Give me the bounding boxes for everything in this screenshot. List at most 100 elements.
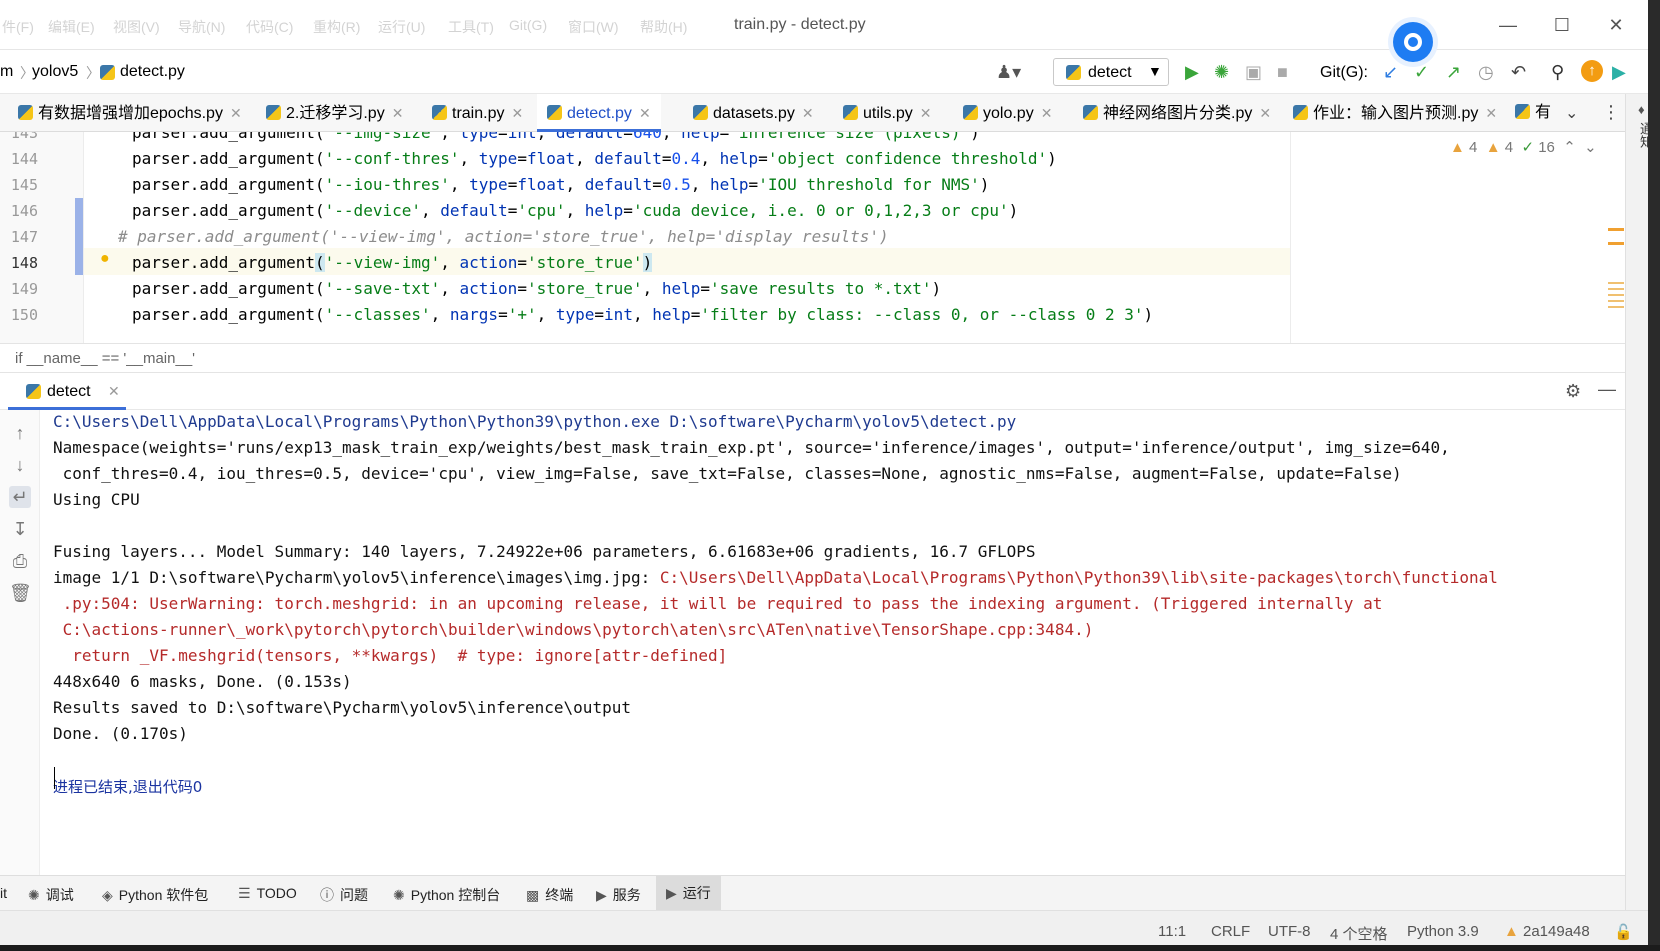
close-tab-icon[interactable]: ✕ [920, 105, 932, 121]
tool-tab-terminal[interactable]: ▩ 终端 [526, 885, 573, 905]
close-tab-icon[interactable]: ✕ [230, 105, 242, 121]
git-update-icon[interactable]: ↙ [1383, 62, 1398, 82]
code-editor[interactable]: 143 144 145 146 147 148 149 150 ● parser… [0, 132, 1625, 343]
tool-tab-python-console[interactable]: ✺ Python 控制台 [393, 885, 500, 905]
git-branch[interactable]: 2a149a48 [1523, 923, 1590, 940]
close-tab-icon[interactable]: ✕ [802, 105, 814, 121]
scroll-marker[interactable] [1608, 228, 1624, 231]
menu-navigate[interactable]: 导航(N) [178, 17, 225, 37]
coverage-icon[interactable]: ▣ [1245, 62, 1262, 82]
menu-tools[interactable]: 工具(T) [448, 17, 494, 37]
next-highlight-icon[interactable]: ⌄ [1584, 139, 1597, 156]
run-console-output[interactable]: C:\Users\Dell\AppData\Local\Programs\Pyt… [40, 410, 1625, 875]
close-tab-icon[interactable]: ✕ [1485, 105, 1497, 121]
bug-icon: ✺ [28, 887, 40, 903]
history-icon[interactable]: ◷ [1478, 62, 1494, 82]
close-tab-icon[interactable]: ✕ [392, 105, 404, 121]
tab-file-utils[interactable]: utils.py ✕ [843, 94, 932, 132]
tab-list-chevron-icon[interactable]: ⌄ [1565, 103, 1578, 123]
lock-icon[interactable]: 🔓 [1614, 923, 1633, 941]
hide-icon[interactable]: — [1598, 379, 1616, 400]
menu-refactor[interactable]: 重构(R) [313, 17, 360, 37]
vcs-change-marker[interactable] [75, 198, 83, 275]
lightbulb-icon[interactable]: ● [100, 250, 110, 268]
tab-file-detect[interactable]: detect.py ✕ [537, 94, 661, 132]
tool-tab-label: 服务 [612, 887, 641, 903]
breadcrumb-project[interactable]: m [0, 63, 13, 81]
console-line: Results saved to D:\software\Pycharm\yol… [53, 698, 631, 717]
menu-git[interactable]: Git(G) [509, 17, 547, 33]
run-tab-detect[interactable]: detect ✕ [8, 373, 126, 410]
update-icon[interactable]: ↑ [1581, 60, 1603, 82]
debug-icon[interactable]: ✺ [1214, 62, 1229, 82]
file-encoding[interactable]: UTF-8 [1268, 923, 1311, 940]
gear-icon[interactable]: ⚙ [1565, 381, 1581, 402]
menu-help[interactable]: 帮助(H) [640, 17, 687, 37]
python-interpreter[interactable]: Python 3.9 [1407, 923, 1479, 940]
maximize-button[interactable]: ☐ [1542, 10, 1582, 40]
console-error-line: C:\actions-runner\_work\pytorch\pytorch\… [53, 620, 1094, 639]
menu-edit[interactable]: 编辑(E) [48, 17, 95, 37]
breadcrumb-scope[interactable]: if __name__ == '__main__' [15, 350, 195, 367]
scroll-marker[interactable] [1608, 282, 1624, 310]
inspection-widget[interactable]: ▲ 4 ▲ 4 ✓ 16 ⌃ ⌄ [1450, 138, 1597, 156]
indent-setting[interactable]: 4 个空格 [1330, 923, 1388, 944]
tool-tab-services[interactable]: ▶ 服务 [596, 885, 641, 905]
tool-tab-run[interactable]: ▶ 运行 [656, 876, 721, 911]
close-button[interactable]: ✕ [1596, 10, 1636, 40]
soft-wrap-icon[interactable]: ↵ [9, 486, 31, 508]
tab-label: 2.迁移学习.py [286, 105, 385, 122]
search-icon[interactable]: ⚲ [1551, 62, 1564, 82]
menu-window[interactable]: 窗口(W) [568, 17, 619, 37]
menu-file[interactable]: 件(F) [2, 17, 34, 37]
tab-file-transfer[interactable]: 2.迁移学习.py ✕ [266, 94, 403, 132]
tab-label: yolo.py [983, 105, 1034, 122]
tab-file-nn-classify[interactable]: 神经网络图片分类.py ✕ [1083, 94, 1271, 132]
close-tab-icon[interactable]: ✕ [1041, 105, 1053, 121]
breadcrumb-file[interactable]: detect.py [100, 63, 185, 81]
close-tab-icon[interactable]: ✕ [639, 105, 651, 121]
stop-icon[interactable]: ■ [1277, 62, 1288, 82]
tab-file-augment[interactable]: 有数据增强增加epochs.py ✕ [18, 94, 242, 132]
previous-highlight-icon[interactable]: ⌃ [1563, 139, 1576, 156]
menu-code[interactable]: 代码(C) [246, 17, 293, 37]
tab-file-datasets[interactable]: datasets.py ✕ [693, 94, 814, 132]
tab-file-homework[interactable]: 作业：输入图片预测.py ✕ [1293, 94, 1497, 132]
tab-file-train[interactable]: train.py ✕ [432, 94, 523, 132]
more-options-icon[interactable]: ⋮ [1602, 102, 1620, 123]
arrow-up-icon[interactable]: ↑ [9, 422, 31, 444]
close-tab-icon[interactable]: ✕ [108, 383, 120, 400]
assistant-badge-icon[interactable] [1393, 22, 1433, 62]
tool-tab-git[interactable]: it [0, 885, 7, 901]
caret-position[interactable]: 11:1 [1158, 923, 1186, 940]
git-push-icon[interactable]: ↗ [1446, 62, 1461, 82]
tool-tab-debug[interactable]: ✺ 调试 [28, 885, 74, 905]
run-icon: ▶ [666, 885, 677, 901]
menu-view[interactable]: 视图(V) [113, 17, 160, 37]
tab-file-yolo[interactable]: yolo.py ✕ [963, 94, 1052, 132]
trash-icon[interactable]: 🗑 [9, 582, 32, 604]
run-icon[interactable]: ▶ [1185, 62, 1199, 82]
tab-file-more[interactable]: 有 [1515, 94, 1551, 132]
python-file-icon [266, 105, 281, 120]
breadcrumb-folder[interactable]: yolov5 [32, 63, 78, 81]
line-separator[interactable]: CRLF [1211, 923, 1250, 940]
scroll-to-end-icon[interactable]: ↧ [9, 518, 31, 540]
close-tab-icon[interactable]: ✕ [511, 105, 523, 121]
close-tab-icon[interactable]: ✕ [1259, 105, 1271, 121]
tool-tab-python-packages[interactable]: ◈ Python 软件包 [102, 885, 208, 905]
arrow-down-icon[interactable]: ↓ [9, 454, 31, 476]
breadcrumb-file-label: detect.py [120, 63, 185, 80]
plugin-icon[interactable]: ▶ [1612, 62, 1626, 82]
tool-tab-todo[interactable]: ☰ TODO [238, 885, 297, 902]
minimize-button[interactable]: — [1488, 10, 1528, 40]
menu-run[interactable]: 运行(U) [378, 17, 425, 37]
scroll-marker[interactable] [1608, 242, 1624, 245]
git-commit-icon[interactable]: ✓ [1414, 62, 1429, 82]
rollback-icon[interactable]: ↶ [1511, 62, 1526, 82]
run-config-selector[interactable]: detect ▼ [1053, 58, 1169, 86]
user-icon[interactable]: ♟▾ [996, 62, 1021, 82]
print-icon[interactable]: ⎙ [9, 550, 31, 572]
tool-tab-problems[interactable]: ⓘ 问题 [320, 885, 368, 905]
bell-icon[interactable]: ♦ [1638, 102, 1645, 117]
